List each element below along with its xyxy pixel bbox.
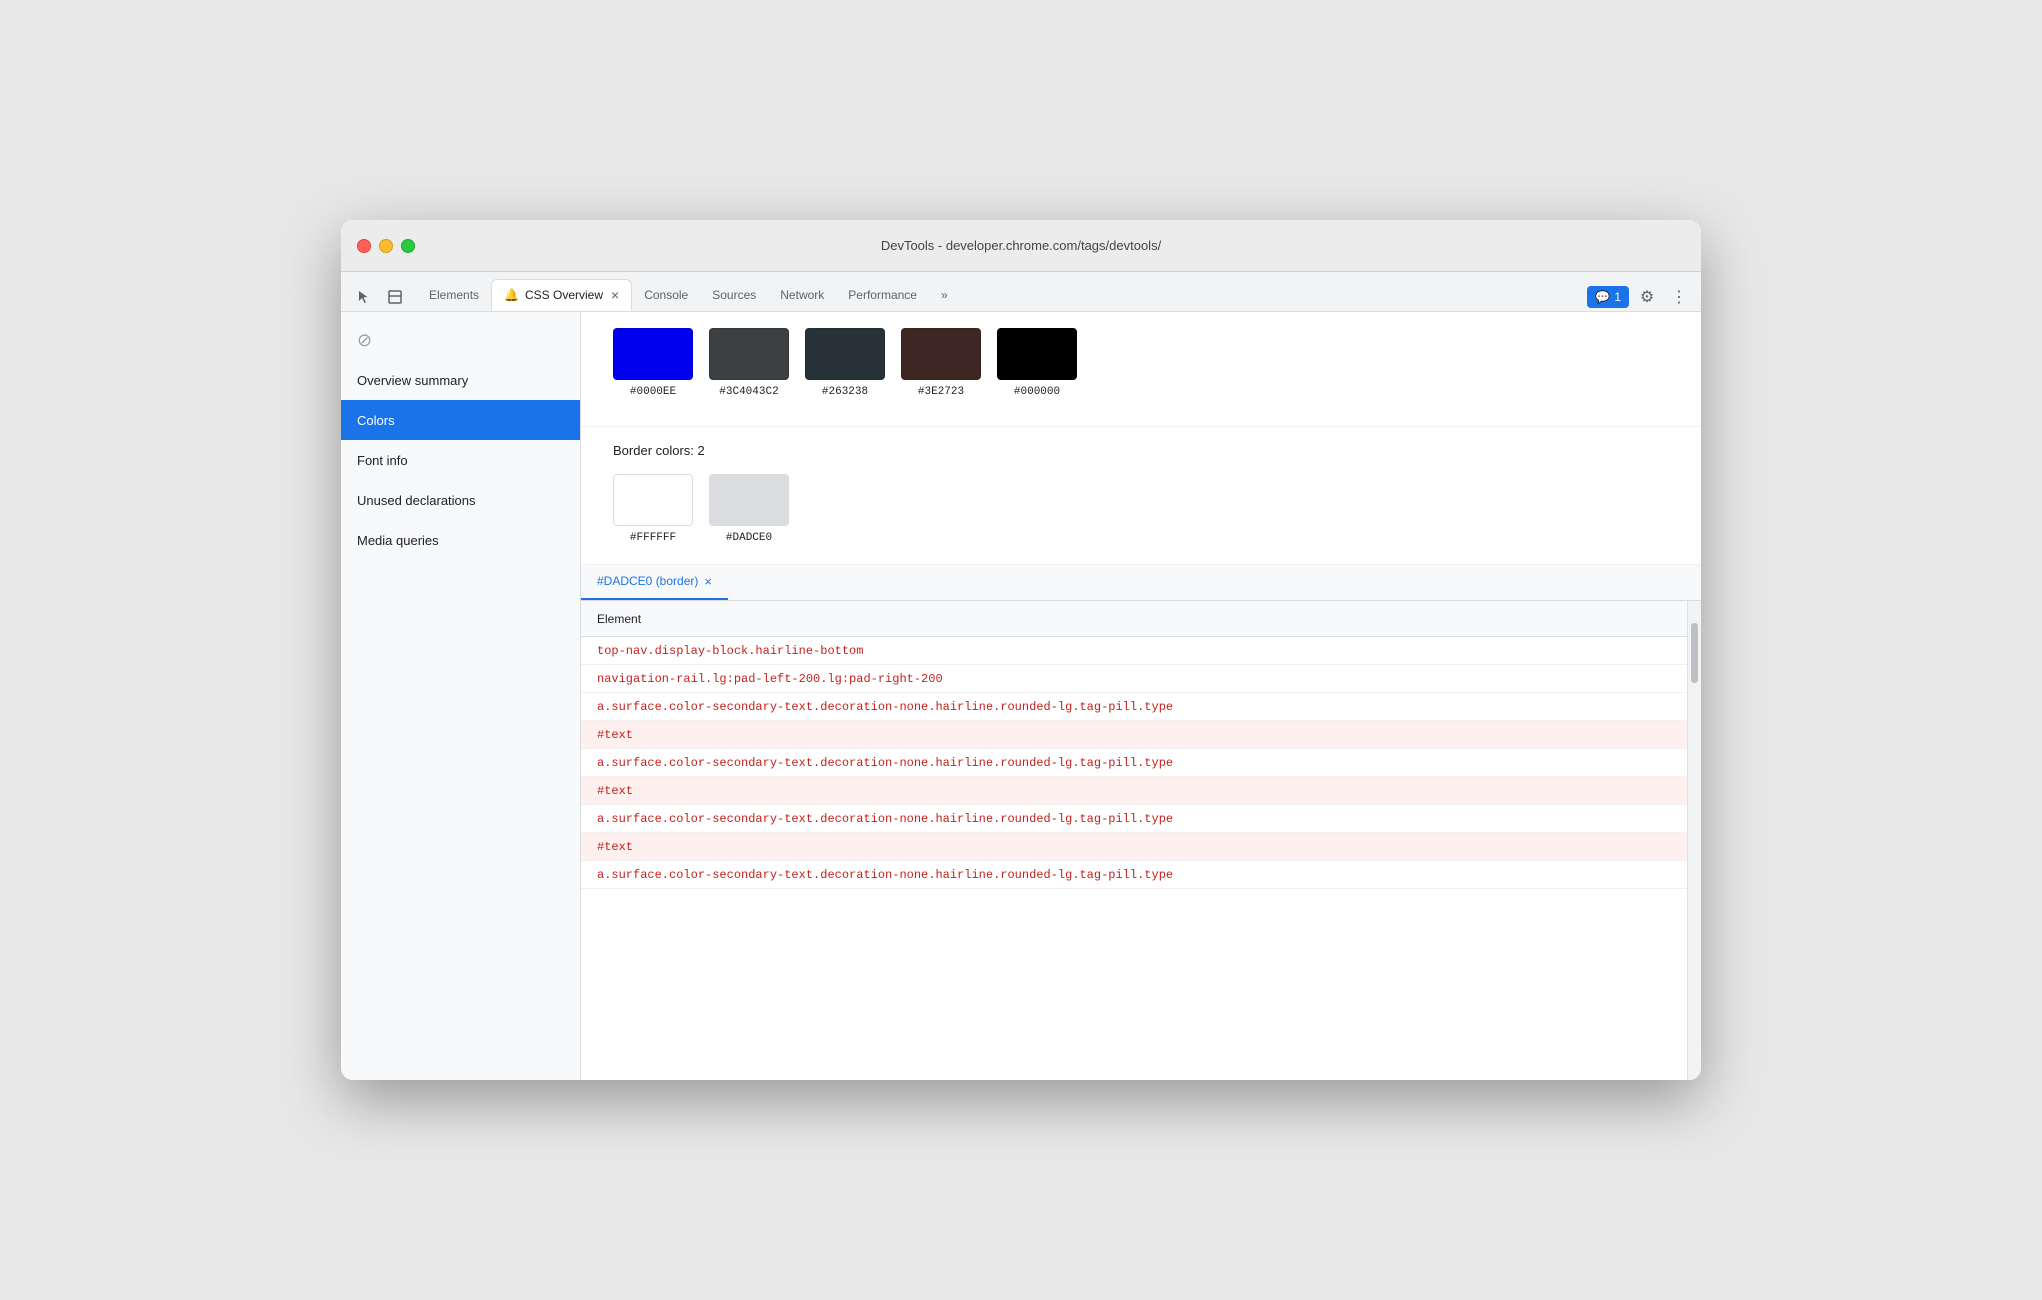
tabs-list: Elements 🔔 CSS Overview × Console Source…	[417, 279, 1587, 311]
swatch-lightgray	[709, 474, 789, 526]
dock-icon[interactable]	[381, 283, 409, 311]
tab-bar-actions: 💬 1 ⚙ ⋮	[1587, 283, 1693, 311]
main-content: ⊘ Overview summary Colors Font info Unus…	[341, 312, 1701, 1080]
tab-sources[interactable]: Sources	[700, 279, 768, 311]
panel-tab-dadce0[interactable]: #DADCE0 (border) ×	[581, 565, 728, 600]
minimize-window-button[interactable]	[379, 239, 393, 253]
color-swatch-0000ee[interactable]: #0000EE	[613, 328, 693, 398]
swatch-darkgray	[709, 328, 789, 380]
element-panel: #DADCE0 (border) × Element top-nav.displ…	[581, 565, 1701, 1080]
swatch-darkblue	[805, 328, 885, 380]
devtools-icons	[349, 283, 409, 311]
sidebar-item-colors[interactable]: Colors	[341, 400, 580, 440]
table-row[interactable]: a.surface.color-secondary-text.decoratio…	[581, 749, 1687, 777]
color-swatch-263238[interactable]: #263238	[805, 328, 885, 398]
color-swatches-list: #0000EE #3C4043C2 #263238 #3E2723	[613, 328, 1669, 398]
scrollbar-handle[interactable]	[1691, 623, 1698, 683]
border-swatches-list: #FFFFFF #DADCE0	[613, 474, 1669, 544]
color-label-2: #263238	[822, 386, 868, 398]
css-overview-icon: 🔔	[504, 288, 519, 302]
element-text-1: navigation-rail.lg:pad-left-200.lg:pad-r…	[597, 672, 943, 686]
sidebar-item-font-info[interactable]: Font info	[341, 440, 580, 480]
more-options-icon[interactable]: ⋮	[1665, 283, 1693, 311]
more-tabs-icon: »	[941, 288, 948, 302]
border-color-label-0: #FFFFFF	[630, 532, 676, 544]
css-overview-close-icon[interactable]: ×	[611, 287, 619, 303]
sidebar-item-media-queries[interactable]: Media queries	[341, 520, 580, 560]
swatch-darkbrown	[901, 328, 981, 380]
tab-bar: Elements 🔔 CSS Overview × Console Source…	[341, 272, 1701, 312]
border-swatch-ffffff[interactable]: #FFFFFF	[613, 474, 693, 544]
chat-badge-button[interactable]: 💬 1	[1587, 286, 1629, 308]
table-row[interactable]: a.surface.color-secondary-text.decoratio…	[581, 693, 1687, 721]
sidebar: ⊘ Overview summary Colors Font info Unus…	[341, 312, 581, 1080]
color-label-3: #3E2723	[918, 386, 964, 398]
tab-elements[interactable]: Elements	[417, 279, 491, 311]
tab-more[interactable]: »	[929, 279, 960, 311]
border-swatch-dadce0[interactable]: #DADCE0	[709, 474, 789, 544]
cursor-icon[interactable]	[349, 283, 377, 311]
element-text-3: #text	[597, 728, 633, 742]
sidebar-item-overview-summary[interactable]: Overview summary	[341, 360, 580, 400]
color-swatch-3c4043[interactable]: #3C4043C2	[709, 328, 789, 398]
color-label-4: #000000	[1014, 386, 1060, 398]
close-window-button[interactable]	[357, 239, 371, 253]
tab-console[interactable]: Console	[632, 279, 700, 311]
content-panel: #0000EE #3C4043C2 #263238 #3E2723	[581, 312, 1701, 1080]
table-row[interactable]: navigation-rail.lg:pad-left-200.lg:pad-r…	[581, 665, 1687, 693]
chat-icon: 💬	[1595, 290, 1610, 304]
element-text-8: a.surface.color-secondary-text.decoratio…	[597, 868, 1173, 882]
traffic-lights	[357, 239, 415, 253]
element-text-7: #text	[597, 840, 633, 854]
swatch-black	[997, 328, 1077, 380]
table-row[interactable]: #text	[581, 777, 1687, 805]
panel-tab-bar: #DADCE0 (border) ×	[581, 565, 1701, 601]
sidebar-item-unused-declarations[interactable]: Unused declarations	[341, 480, 580, 520]
table-row[interactable]: top-nav.display-block.hairline-bottom	[581, 637, 1687, 665]
color-label-0: #0000EE	[630, 386, 676, 398]
elements-table: Element top-nav.display-block.hairline-b…	[581, 601, 1687, 1080]
table-row[interactable]: a.surface.color-secondary-text.decoratio…	[581, 861, 1687, 889]
table-header: Element	[581, 601, 1687, 637]
element-text-4: a.surface.color-secondary-text.decoratio…	[597, 756, 1173, 770]
tab-network[interactable]: Network	[768, 279, 836, 311]
border-colors-title: Border colors: 2	[613, 443, 1669, 458]
scrollbar-track	[1690, 603, 1699, 1078]
table-row[interactable]: #text	[581, 833, 1687, 861]
tab-css-overview[interactable]: 🔔 CSS Overview ×	[491, 279, 632, 311]
swatch-blue	[613, 328, 693, 380]
table-wrapper: Element top-nav.display-block.hairline-b…	[581, 601, 1701, 1080]
color-swatch-3e2723[interactable]: #3E2723	[901, 328, 981, 398]
element-text-6: a.surface.color-secondary-text.decoratio…	[597, 812, 1173, 826]
table-row[interactable]: a.surface.color-secondary-text.decoratio…	[581, 805, 1687, 833]
settings-icon[interactable]: ⚙	[1633, 283, 1661, 311]
element-text-2: a.surface.color-secondary-text.decoratio…	[597, 700, 1173, 714]
tab-performance[interactable]: Performance	[836, 279, 929, 311]
color-label-1: #3C4043C2	[719, 386, 778, 398]
maximize-window-button[interactable]	[401, 239, 415, 253]
panel-tab-close-icon[interactable]: ×	[704, 574, 712, 589]
table-row[interactable]: #text	[581, 721, 1687, 749]
text-colors-section: #0000EE #3C4043C2 #263238 #3E2723	[581, 312, 1701, 427]
vertical-scrollbar[interactable]	[1687, 601, 1701, 1080]
color-swatch-000000[interactable]: #000000	[997, 328, 1077, 398]
swatch-white	[613, 474, 693, 526]
devtools-window: DevTools - developer.chrome.com/tags/dev…	[341, 220, 1701, 1080]
border-colors-section: Border colors: 2 #FFFFFF #DADCE0	[581, 427, 1701, 565]
element-text-0: top-nav.display-block.hairline-bottom	[597, 644, 863, 658]
border-color-label-1: #DADCE0	[726, 532, 772, 544]
element-text-5: #text	[597, 784, 633, 798]
sidebar-item-disabled: ⊘	[341, 320, 580, 360]
window-title: DevTools - developer.chrome.com/tags/dev…	[881, 238, 1161, 253]
title-bar: DevTools - developer.chrome.com/tags/dev…	[341, 220, 1701, 272]
